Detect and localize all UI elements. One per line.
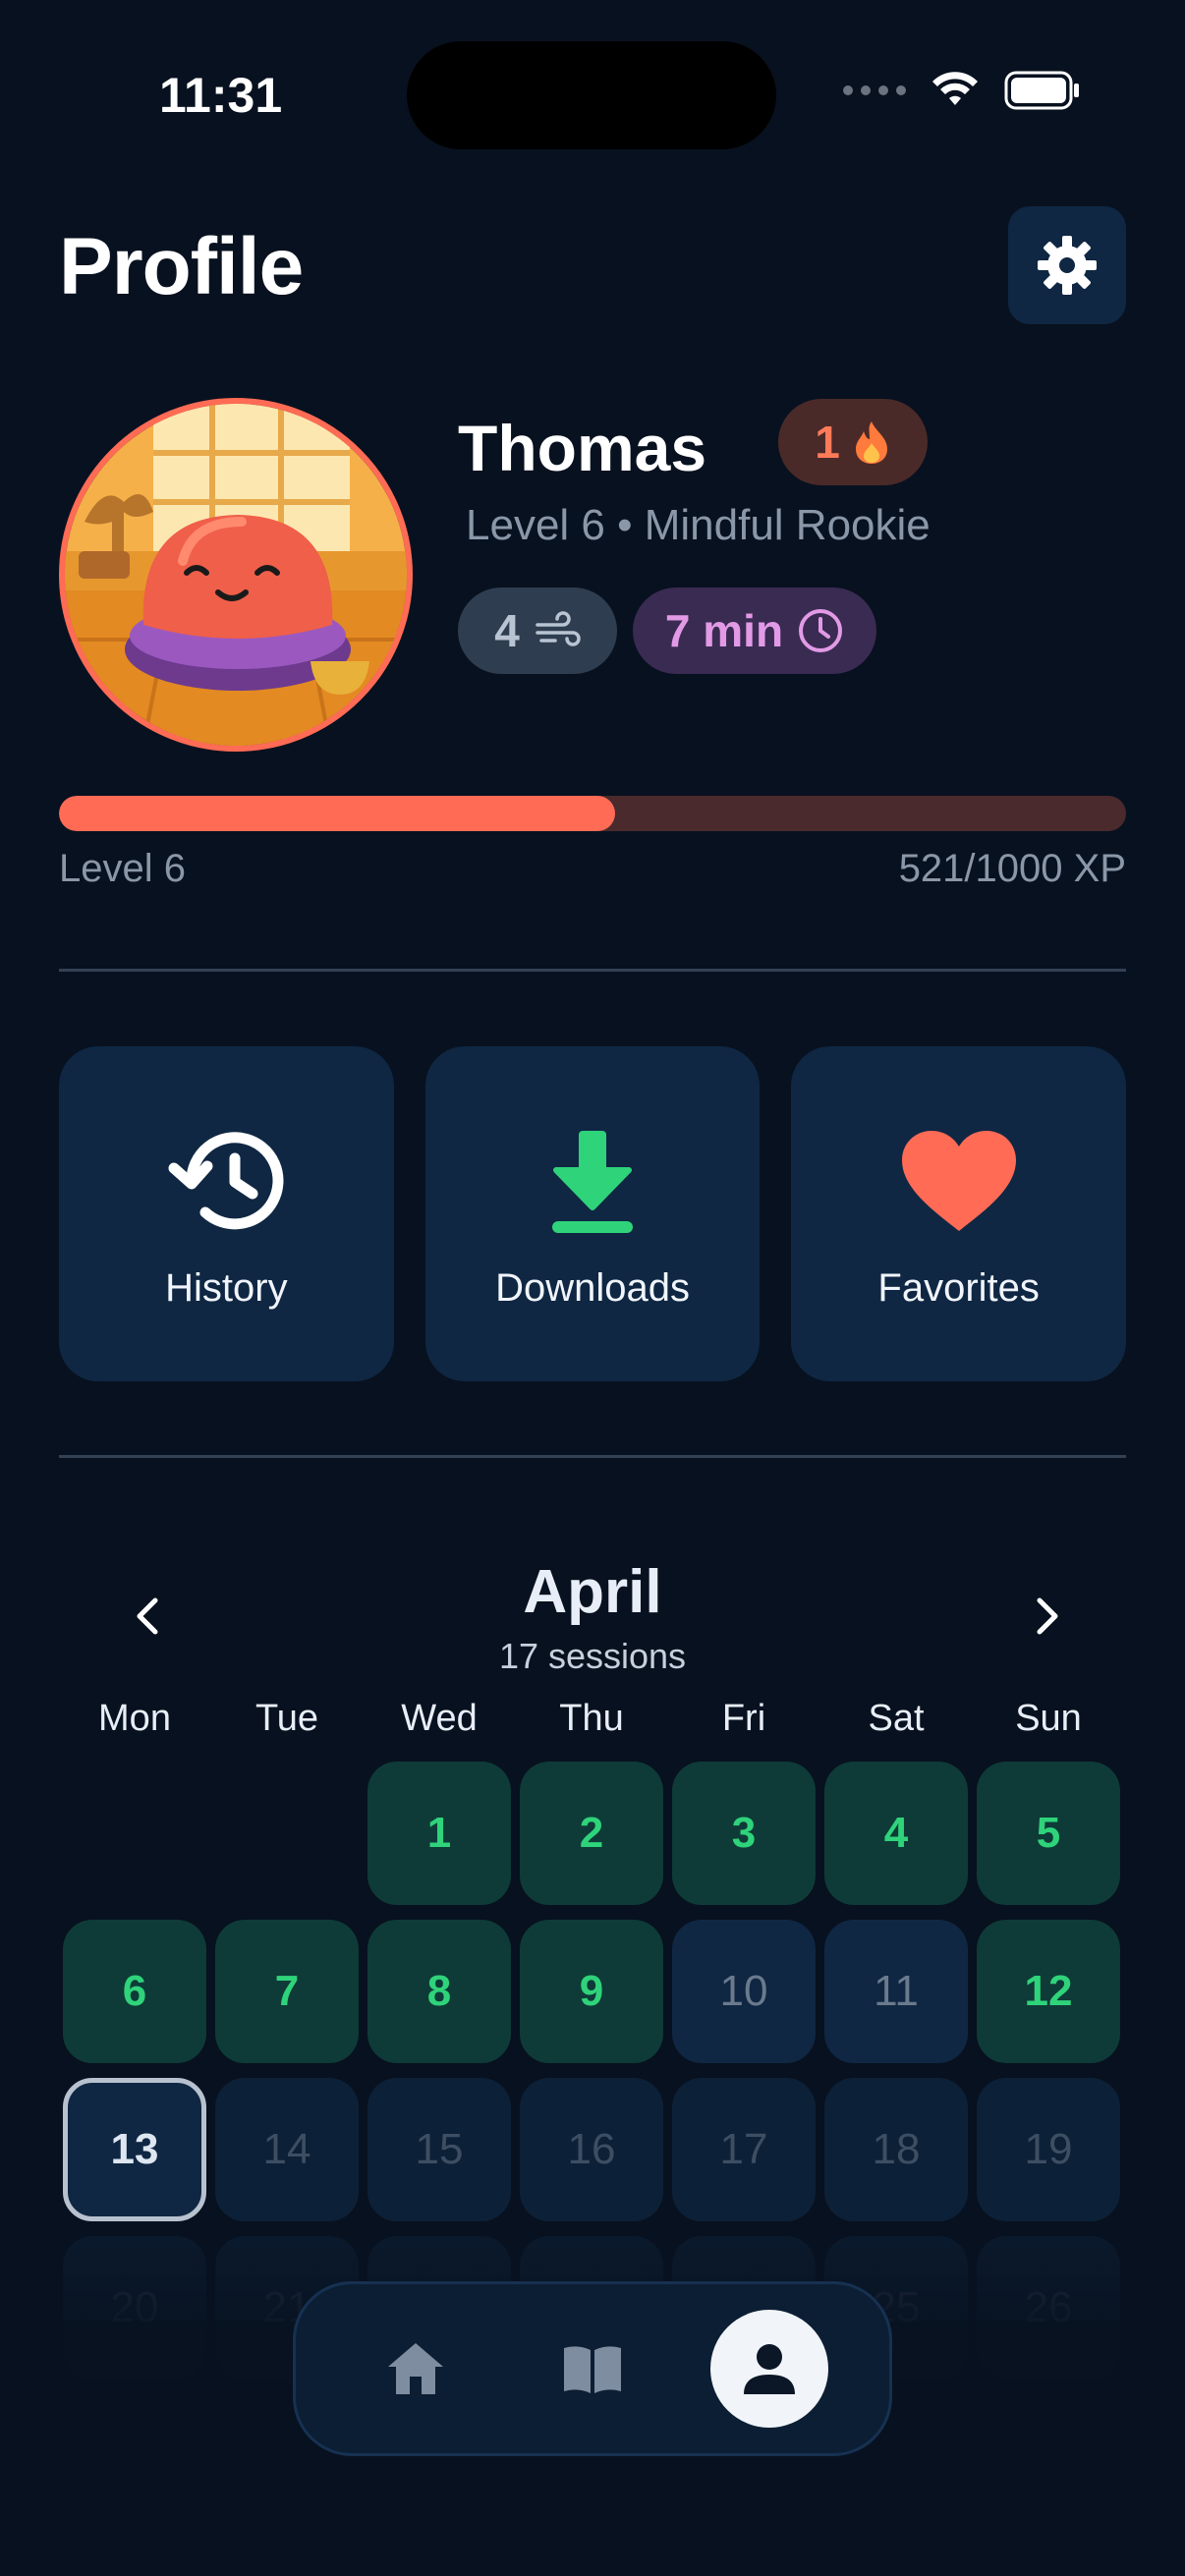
weekday-header: Mon Tue Wed Thu Fri Sat Sun xyxy=(63,1698,1120,1740)
calendar-day-completed[interactable]: 8 xyxy=(367,1920,511,2063)
weekday-label: Thu xyxy=(559,1698,624,1739)
minutes-count: 7 min xyxy=(664,605,784,656)
time-stat-badge[interactable]: 7 min xyxy=(633,588,876,674)
clock-icon xyxy=(799,609,843,652)
calendar-day-completed[interactable]: 12 xyxy=(977,1920,1120,2063)
tab-home[interactable] xyxy=(357,2310,475,2428)
tab-profile[interactable] xyxy=(710,2310,828,2428)
calendar-day[interactable]: 11 xyxy=(824,1920,968,2063)
weekday-label: Sun xyxy=(1015,1698,1082,1739)
calendar-day-completed[interactable]: 9 xyxy=(520,1920,663,2063)
book-icon xyxy=(564,2346,621,2393)
calendar-empty-cell xyxy=(63,1762,206,1905)
status-time: 11:31 xyxy=(159,68,283,123)
home-icon xyxy=(388,2343,443,2394)
session-count: 17 sessions xyxy=(498,1636,687,1676)
weekday-label: Fri xyxy=(721,1698,766,1739)
flame-icon xyxy=(855,421,887,464)
next-month-button[interactable] xyxy=(1018,1587,1077,1646)
downloads-label: Downloads xyxy=(495,1266,690,1310)
calendar-day-today[interactable]: 13 xyxy=(63,2078,206,2221)
weekday-label: Sat xyxy=(868,1698,925,1739)
calendar-day[interactable]: 10 xyxy=(672,1920,816,2063)
tab-bar xyxy=(293,2281,892,2456)
battery-icon xyxy=(1004,71,1079,110)
avatar-illustration xyxy=(65,404,407,746)
calendar-header: April 17 sessions xyxy=(59,1547,1126,1695)
status-indicators xyxy=(843,71,1081,110)
wind-icon xyxy=(536,611,581,646)
divider xyxy=(59,1455,1126,1458)
streak-badge[interactable]: 1 xyxy=(778,399,928,485)
month-title: April xyxy=(523,1558,662,1626)
xp-value-label: 521/1000 XP xyxy=(898,847,1126,890)
xp-level-label: Level 6 xyxy=(59,847,186,890)
history-button[interactable]: History xyxy=(59,1046,394,1381)
profile-icon xyxy=(744,2344,795,2394)
calendar-day-future[interactable]: 19 xyxy=(977,2078,1120,2221)
download-icon xyxy=(552,1131,633,1233)
history-icon xyxy=(168,1132,284,1230)
calendar-day-future[interactable]: 14 xyxy=(215,2078,359,2221)
page-title: Profile xyxy=(59,222,304,311)
calendar-empty-cell xyxy=(215,1762,359,1905)
divider xyxy=(59,969,1126,972)
calendar-day-completed[interactable]: 1 xyxy=(367,1762,511,1905)
weekday-label: Tue xyxy=(254,1698,319,1739)
level-title: Level 6 • Mindful Rookie xyxy=(466,501,931,549)
calendar-day-completed[interactable]: 2 xyxy=(520,1762,663,1905)
weekday-label: Wed xyxy=(401,1698,478,1739)
calendar-day-completed[interactable]: 5 xyxy=(977,1762,1120,1905)
calendar-day-completed[interactable]: 3 xyxy=(672,1762,816,1905)
calendar-day-completed[interactable]: 7 xyxy=(215,1920,359,2063)
shortcut-tiles: History Downloads Favorites xyxy=(59,1046,1127,1381)
gear-icon xyxy=(1038,236,1097,295)
calendar-day-completed[interactable]: 6 xyxy=(63,1920,206,2063)
calendar-day-future[interactable]: 18 xyxy=(824,2078,968,2221)
favorites-button[interactable]: Favorites xyxy=(791,1046,1127,1381)
xp-progress-bar xyxy=(59,796,1126,831)
weekday-label: Mon xyxy=(98,1698,171,1739)
wifi-icon xyxy=(932,72,978,105)
avatar[interactable] xyxy=(59,398,413,752)
user-name: Thomas xyxy=(458,412,707,484)
favorites-label: Favorites xyxy=(877,1266,1040,1310)
calendar-day-future[interactable]: 15 xyxy=(367,2078,511,2221)
calendar-day-completed[interactable]: 4 xyxy=(824,1762,968,1905)
breath-count: 4 xyxy=(494,605,520,656)
chevron-right-icon xyxy=(1037,1597,1058,1635)
heart-icon xyxy=(901,1131,1016,1231)
downloads-button[interactable]: Downloads xyxy=(424,1046,761,1381)
history-label: History xyxy=(165,1266,288,1310)
calendar-day-future[interactable]: 16 xyxy=(520,2078,663,2221)
streak-count: 1 xyxy=(815,417,840,468)
xp-progress-fill xyxy=(59,796,615,831)
dynamic-island xyxy=(407,41,776,149)
tab-library[interactable] xyxy=(534,2310,651,2428)
settings-button[interactable] xyxy=(1008,206,1126,324)
calendar-day-future[interactable]: 17 xyxy=(672,2078,816,2221)
cellular-signal-icon xyxy=(843,85,906,95)
breath-stat-badge[interactable]: 4 xyxy=(458,588,617,674)
